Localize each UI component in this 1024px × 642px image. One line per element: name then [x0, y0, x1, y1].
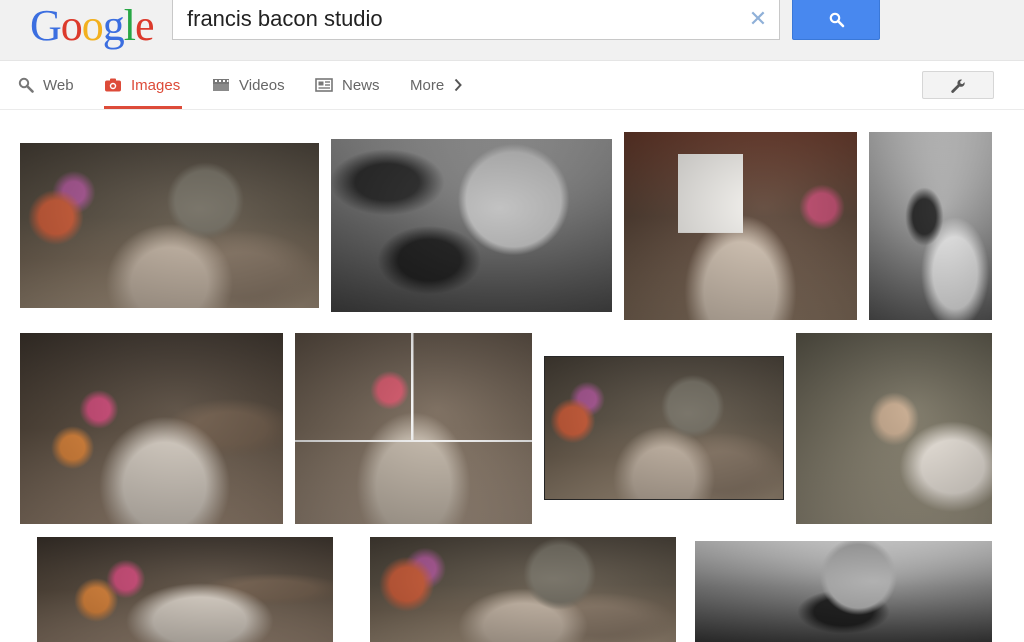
logo-letter: g [102, 1, 125, 50]
search-type-nav: Web Images Videos News More [0, 61, 1024, 110]
image-result[interactable] [37, 537, 333, 642]
image-result[interactable] [20, 333, 283, 524]
tab-label: Images [131, 76, 181, 94]
search-input[interactable] [187, 6, 727, 32]
tab-label: News [342, 76, 380, 94]
search-tools-button[interactable] [922, 71, 994, 99]
chevron-right-icon [454, 78, 463, 92]
search-button[interactable] [792, 0, 880, 40]
logo-letter: o [81, 1, 104, 50]
tab-label: Videos [239, 76, 285, 94]
image-result[interactable] [370, 537, 676, 642]
logo-letter: G [30, 1, 62, 50]
image-result[interactable] [544, 356, 784, 500]
image-result[interactable] [331, 139, 612, 312]
tab-news[interactable]: News [315, 61, 380, 109]
image-result[interactable] [796, 333, 992, 524]
tab-label: Web [43, 76, 74, 94]
tab-videos[interactable]: Videos [212, 61, 285, 109]
image-result[interactable] [695, 541, 992, 642]
logo-letter: o [60, 1, 83, 50]
wrench-icon [951, 79, 965, 93]
tab-more[interactable]: More [410, 61, 471, 109]
image-result[interactable] [624, 132, 857, 320]
close-icon[interactable]: ✕ [747, 8, 769, 30]
google-logo[interactable]: Google [30, 1, 155, 50]
tab-images[interactable]: Images [104, 61, 183, 109]
search-icon [18, 77, 34, 93]
logo-letter: l [123, 1, 136, 50]
search-icon [829, 12, 845, 28]
image-result[interactable] [295, 333, 532, 524]
search-box: ✕ [172, 0, 780, 40]
image-result[interactable] [20, 143, 319, 308]
tab-label: More [410, 76, 445, 94]
film-icon [212, 77, 230, 93]
camera-icon [104, 77, 122, 93]
newspaper-icon [315, 77, 333, 93]
image-result[interactable] [869, 132, 992, 320]
tab-web[interactable]: Web [18, 61, 74, 109]
logo-letter: e [135, 1, 155, 50]
search-header: Google ✕ [0, 0, 1024, 61]
